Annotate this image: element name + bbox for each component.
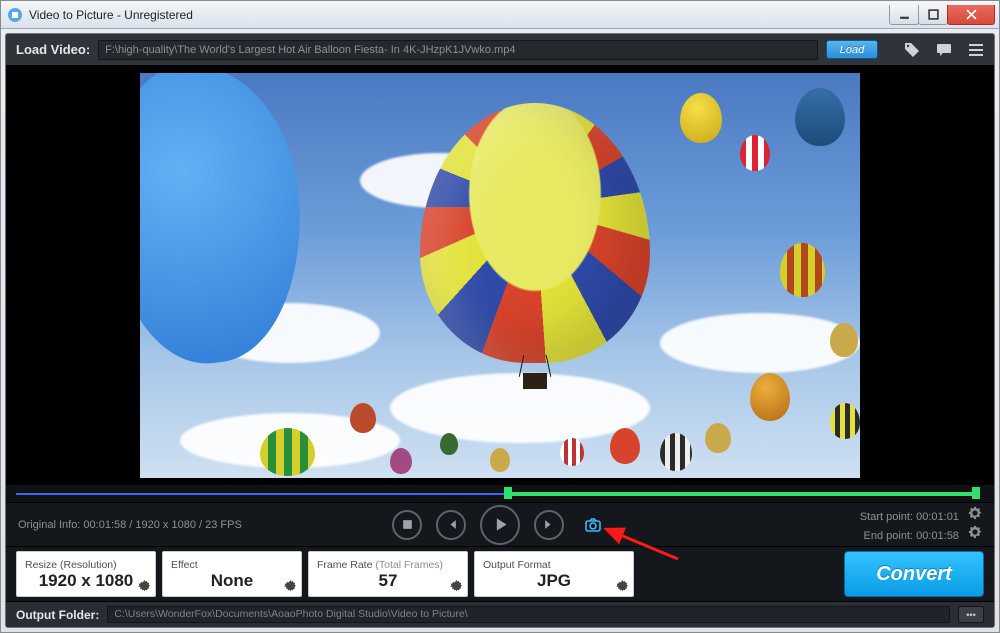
video-frame — [140, 73, 860, 478]
close-button[interactable] — [947, 5, 995, 25]
start-point-label: Start point: — [860, 511, 916, 523]
settings-list-icon[interactable] — [968, 42, 984, 58]
app-body: Load Video: F:\high-quality\The World's … — [5, 33, 995, 628]
timeline-progress — [16, 493, 506, 495]
resize-value: 1920 x 1080 — [25, 571, 147, 591]
tag-icon[interactable] — [904, 42, 920, 58]
effect-label: Effect — [171, 559, 293, 571]
browse-output-button[interactable]: ••• — [958, 606, 984, 623]
timeline[interactable] — [6, 484, 994, 502]
load-video-bar: Load Video: F:\high-quality\The World's … — [6, 34, 994, 66]
output-folder-label: Output Folder: — [16, 608, 99, 622]
output-format-label: Output Format — [483, 559, 625, 571]
resize-label: Resize (Resolution) — [25, 559, 147, 571]
play-controls — [392, 505, 608, 545]
window-title: Video to Picture - Unregistered — [29, 8, 890, 22]
app-icon — [7, 7, 23, 23]
resize-panel[interactable]: Resize (Resolution) 1920 x 1080 — [16, 551, 156, 597]
frame-rate-value: 57 — [317, 571, 459, 591]
timeline-selection — [506, 492, 976, 496]
top-icon-group — [904, 42, 984, 58]
original-info-text: Original Info: 00:01:58 / 1920 x 1080 / … — [18, 519, 242, 531]
maximize-button[interactable] — [918, 5, 948, 25]
snapshot-button[interactable] — [578, 510, 608, 540]
video-path-input[interactable]: F:\high-quality\The World's Largest Hot … — [98, 40, 818, 60]
set-start-gear-icon[interactable] — [968, 506, 982, 520]
settings-panels: Resize (Resolution) 1920 x 1080 Effect N… — [6, 546, 994, 601]
effect-panel[interactable]: Effect None — [162, 551, 302, 597]
minimize-button[interactable] — [889, 5, 919, 25]
resize-gear-icon[interactable] — [138, 580, 151, 593]
end-point-value: 00:01:58 — [916, 530, 959, 542]
next-frame-button[interactable] — [534, 510, 564, 540]
prev-frame-button[interactable] — [436, 510, 466, 540]
load-video-label: Load Video: — [16, 42, 90, 57]
effect-gear-icon[interactable] — [284, 580, 297, 593]
window-buttons — [890, 5, 995, 25]
selection-start-handle[interactable] — [504, 487, 512, 499]
frame-rate-label: Frame Rate (Total Frames) — [317, 559, 459, 571]
output-folder-bar: Output Folder: C:\Users\WonderFox\Docume… — [6, 601, 994, 627]
app-window: Video to Picture - Unregistered Load Vid… — [0, 0, 1000, 633]
frame-gear-icon[interactable] — [450, 580, 463, 593]
playback-controls-row: Original Info: 00:01:58 / 1920 x 1080 / … — [6, 502, 994, 546]
video-preview-area — [6, 66, 994, 484]
convert-button[interactable]: Convert — [844, 551, 984, 597]
output-format-panel[interactable]: Output Format JPG — [474, 551, 634, 597]
set-end-gear-icon[interactable] — [968, 525, 982, 539]
output-folder-path[interactable]: C:\Users\WonderFox\Documents\AoaoPhoto D… — [107, 606, 950, 623]
output-format-value: JPG — [483, 571, 625, 591]
format-gear-icon[interactable] — [616, 580, 629, 593]
selection-end-handle[interactable] — [972, 487, 980, 499]
end-point-label: End point: — [864, 530, 917, 542]
title-bar: Video to Picture - Unregistered — [1, 1, 999, 29]
comment-icon[interactable] — [936, 42, 952, 58]
range-points: Start point: 00:01:01 End point: 00:01:5… — [860, 506, 982, 544]
load-button[interactable]: Load — [826, 40, 878, 59]
effect-value: None — [171, 571, 293, 591]
start-point-value: 00:01:01 — [916, 511, 959, 523]
frame-rate-panel[interactable]: Frame Rate (Total Frames) 57 — [308, 551, 468, 597]
stop-button[interactable] — [392, 510, 422, 540]
play-button[interactable] — [480, 505, 520, 545]
